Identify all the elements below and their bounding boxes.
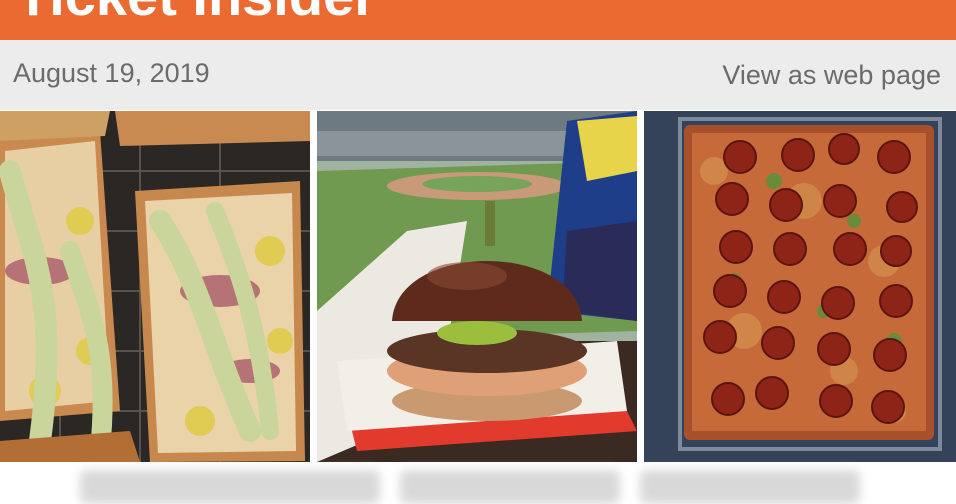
blurred-headline-part bbox=[400, 470, 620, 504]
flatbread-image bbox=[0, 111, 310, 462]
newsletter-title: Ticket Insider bbox=[16, 0, 376, 28]
blurred-headline-part bbox=[640, 470, 860, 504]
newsletter-header: Ticket Insider bbox=[0, 0, 956, 40]
issue-date: August 19, 2019 bbox=[13, 58, 210, 88]
pepperoni-image bbox=[644, 111, 956, 462]
burger-image bbox=[317, 111, 637, 462]
photo-flatbread-pizza[interactable] bbox=[0, 111, 310, 462]
photo-pepperoni-pizza[interactable] bbox=[644, 111, 956, 462]
photo-stadium-burger[interactable] bbox=[317, 111, 637, 462]
blurred-headline-part bbox=[80, 470, 380, 504]
view-as-web-page-link[interactable]: View as web page bbox=[722, 60, 941, 91]
meta-bar: August 19, 2019 View as web page bbox=[0, 40, 956, 110]
